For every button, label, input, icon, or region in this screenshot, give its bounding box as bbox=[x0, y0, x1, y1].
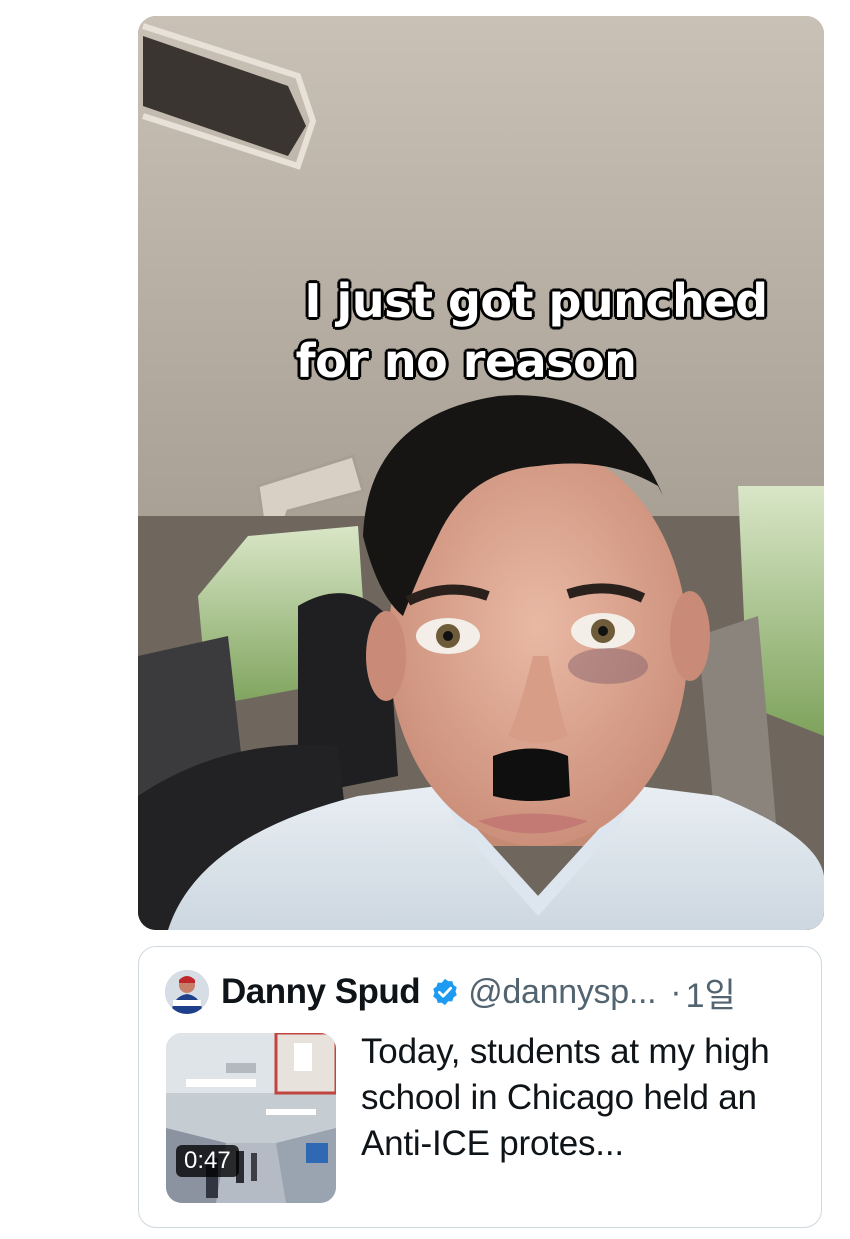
video-duration-badge: 0:47 bbox=[176, 1145, 239, 1177]
separator-dot: · bbox=[670, 972, 682, 1011]
quoted-post-header: Danny Spud @dannysp... · 1일 bbox=[165, 969, 736, 1015]
quoted-post-card[interactable]: Danny Spud @dannysp... · 1일 0:47 Today, bbox=[138, 946, 822, 1228]
video-caption: I just got punched for no reason bbox=[138, 271, 824, 391]
caption-line-2: for no reason bbox=[295, 334, 637, 388]
verified-badge-icon bbox=[433, 978, 457, 1006]
quoted-post-text: Today, students at my high school in Chi… bbox=[361, 1032, 770, 1163]
avatar[interactable] bbox=[165, 970, 209, 1014]
hallway-thumbnail-image bbox=[166, 1033, 336, 1203]
media-card[interactable]: I just got punched for no reason bbox=[138, 16, 824, 930]
post-timestamp[interactable]: 1일 bbox=[686, 968, 736, 1017]
video-thumbnail[interactable]: 0:47 bbox=[166, 1033, 336, 1203]
caption-line-1: I just got punched bbox=[304, 274, 768, 328]
display-name[interactable]: Danny Spud bbox=[221, 972, 421, 1012]
video-frame-image bbox=[138, 16, 824, 930]
user-handle[interactable]: @dannysp... bbox=[468, 973, 656, 1012]
